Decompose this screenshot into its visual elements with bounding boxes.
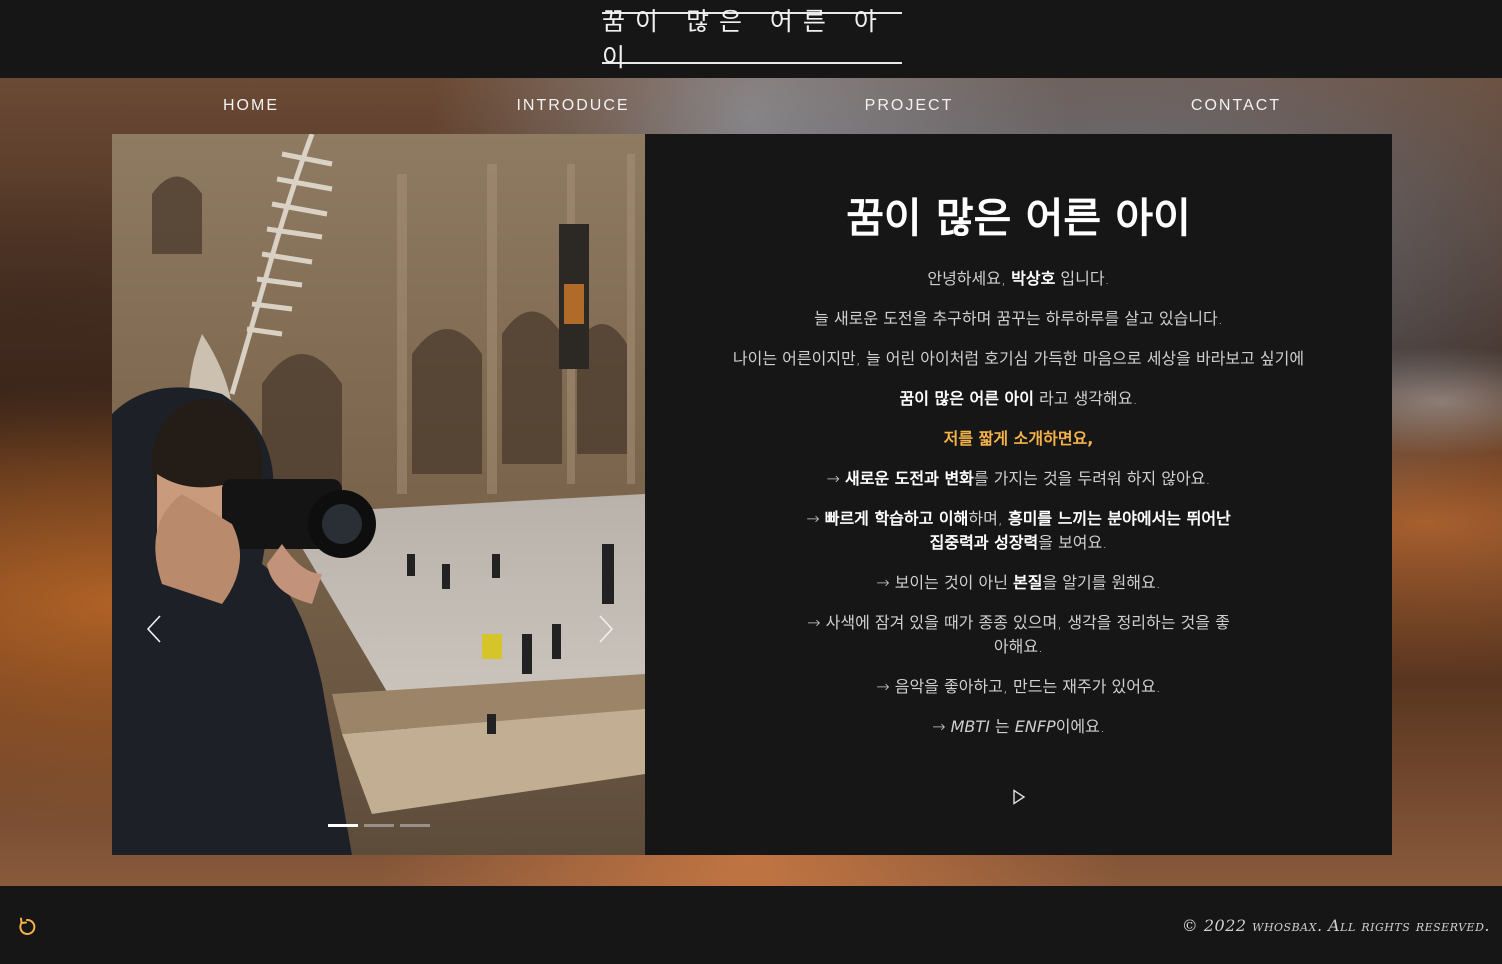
header: 꿈이 많은 어른 아이 [0,0,1502,78]
intro-greeting: 안녕하세요, 박상호 입니다. [927,269,1110,288]
intro-bullet: → 빠르게 학습하고 이해하며, 흥미를 느끼는 분야에서는 뛰어난 집중력과 성… [806,509,1231,552]
slider-dot[interactable] [328,824,358,827]
intro-bullet: → 사색에 잠겨 있을 때가 종종 있으며, 생각을 정리하는 것을 좋 아해요. [807,613,1230,656]
main-nav: HOME INTRODUCE PROJECT CONTACT [0,78,1502,134]
nav-project[interactable]: PROJECT [865,78,954,134]
intro-bullet: → 음악을 좋아하고, 만드는 재주가 있어요. [876,677,1161,696]
slide-photo [112,134,645,855]
chevron-left-icon [146,615,161,643]
site-logo[interactable]: 꿈이 많은 어른 아이 [602,7,902,72]
slider-prev-button[interactable] [144,614,168,644]
nav-introduce[interactable]: INTRODUCE [516,78,629,134]
refresh-icon [19,917,36,935]
intro-bullet: → 새로운 도전과 변화를 가지는 것을 두려워 하지 않아요. [826,469,1211,488]
intro-bullet: → 보이는 것이 아닌 본질을 알기를 원해요. [876,573,1161,592]
intro-title: 꿈이 많은 어른 아이 [846,194,1191,242]
intro-line: 늘 새로운 도전을 추구하며 꿈꾸는 하루하루를 살고 있습니다. [814,309,1223,328]
intro-bullet: → MBTI 는 ENFP이에요. [932,717,1105,736]
refresh-button[interactable] [16,916,38,938]
intro-subheading: 저를 짧게 소개하면요, [943,429,1094,448]
play-button[interactable] [1012,789,1026,805]
intro-panel: 꿈이 많은 어른 아이 안녕하세요, 박상호 입니다. 늘 새로운 도전을 추구… [645,134,1392,855]
slider-pagination [328,824,430,827]
chevron-right-icon [599,615,614,643]
footer: © 2022 whosbax. All rights reserved. [0,886,1502,964]
photo-slider [112,134,645,855]
intro-line: 나이는 어른이지만, 늘 어린 아이처럼 호기심 가득한 마음으로 세상을 바라… [732,349,1305,368]
copyright-text: © 2022 whosbax. All rights reserved. [1181,916,1490,935]
slider-dot[interactable] [400,824,430,827]
intro-line: 꿈이 많은 어른 아이 라고 생각해요. [899,389,1138,408]
play-icon [1013,789,1026,805]
nav-contact[interactable]: CONTACT [1191,78,1281,134]
slider-dot[interactable] [364,824,394,827]
slider-next-button[interactable] [594,614,618,644]
nav-home[interactable]: HOME [223,78,279,134]
